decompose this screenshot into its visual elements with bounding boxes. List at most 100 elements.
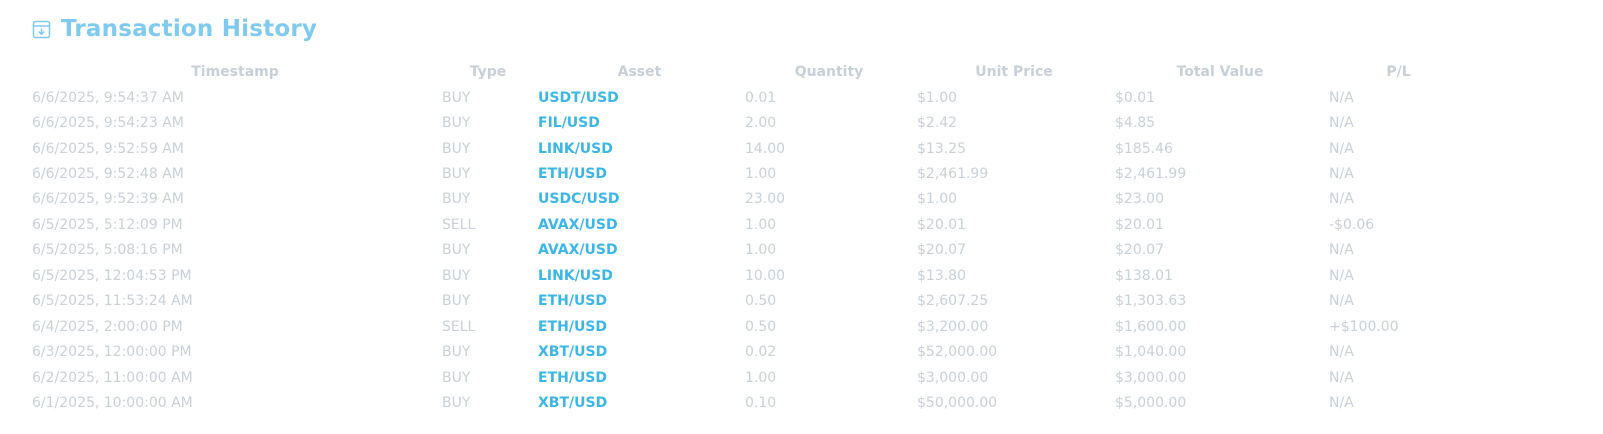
type-cell: BUY — [442, 140, 471, 157]
total-value-cell: $3,000.00 — [1115, 369, 1187, 386]
pl-cell: N/A — [1329, 89, 1354, 106]
table-row: 6/6/2025, 9:52:48 AM BUY ETH/USD 1.00 $2,461… — [30, 161, 1470, 186]
asset-link[interactable]: ETH/USD — [536, 365, 743, 390]
timestamp-cell: 6/6/2025, 9:54:23 AM — [32, 115, 184, 132]
pl-cell: -$0.06 — [1329, 216, 1375, 233]
pl-cell: N/A — [1329, 267, 1354, 284]
timestamp-cell: 6/1/2025, 10:00:00 AM — [32, 394, 193, 411]
timestamp-cell: 6/5/2025, 5:08:16 PM — [32, 242, 183, 259]
total-value-cell: $1,040.00 — [1115, 344, 1187, 361]
unit-price-cell: $52,000.00 — [917, 344, 998, 361]
table-row: 6/6/2025, 9:52:39 AM BUY USDC/USD 23.00 $1.0… — [30, 187, 1470, 212]
type-cell: BUY — [442, 293, 471, 310]
quantity-cell: 0.50 — [745, 318, 777, 335]
quantity-cell: 0.50 — [745, 293, 777, 310]
unit-price-cell: $1.00 — [917, 191, 958, 208]
asset-link[interactable]: ETH/USD — [536, 314, 743, 339]
unit-price-cell: $2,461.99 — [917, 166, 989, 183]
timestamp-cell: 6/5/2025, 12:04:53 PM — [32, 267, 192, 284]
column-header-pl[interactable]: P/L — [1327, 59, 1470, 85]
asset-link[interactable]: USDC/USD — [536, 187, 743, 212]
column-header-type[interactable]: Type — [440, 59, 536, 85]
table-row: 6/5/2025, 5:08:16 PM BUY AVAX/USD 1.00 $20.0… — [30, 238, 1470, 263]
column-header-total-value[interactable]: Total Value — [1113, 59, 1327, 85]
table-row: 6/5/2025, 5:12:09 PM SELL AVAX/USD 1.00 $20.… — [30, 212, 1470, 237]
column-header-quantity[interactable]: Quantity — [743, 59, 915, 85]
section-header: Transaction History — [32, 14, 317, 44]
unit-price-cell: $13.25 — [917, 140, 966, 157]
quantity-cell: 1.00 — [745, 166, 777, 183]
quantity-cell: 1.00 — [745, 369, 777, 386]
pl-cell: N/A — [1329, 242, 1354, 259]
type-cell: BUY — [442, 344, 471, 361]
type-cell: BUY — [442, 115, 471, 132]
type-cell: BUY — [442, 191, 471, 208]
quantity-cell: 0.10 — [745, 394, 777, 411]
total-value-cell: $138.01 — [1115, 267, 1173, 284]
type-cell: SELL — [442, 318, 476, 335]
unit-price-cell: $3,000.00 — [917, 369, 989, 386]
unit-price-cell: $3,200.00 — [917, 318, 989, 335]
asset-link[interactable]: ETH/USD — [536, 161, 743, 186]
unit-price-cell: $2.42 — [917, 115, 958, 132]
asset-link[interactable]: AVAX/USD — [536, 238, 743, 263]
unit-price-cell: $50,000.00 — [917, 394, 998, 411]
total-value-cell: $20.01 — [1115, 216, 1164, 233]
pl-cell: N/A — [1329, 293, 1354, 310]
unit-price-cell: $20.07 — [917, 242, 966, 259]
total-value-cell: $5,000.00 — [1115, 394, 1187, 411]
unit-price-cell: $2,607.25 — [917, 293, 989, 310]
transaction-history-panel: Transaction History Timestamp Type Asset… — [0, 0, 1603, 434]
type-cell: BUY — [442, 242, 471, 259]
type-cell: BUY — [442, 369, 471, 386]
total-value-cell: $1,600.00 — [1115, 318, 1187, 335]
column-header-unit-price[interactable]: Unit Price — [915, 59, 1113, 85]
pl-cell: N/A — [1329, 191, 1354, 208]
table-row: 6/5/2025, 11:53:24 AM BUY ETH/USD 0.50 $2,60… — [30, 289, 1470, 314]
table-row: 6/1/2025, 10:00:00 AM BUY XBT/USD 0.10 $50,0… — [30, 390, 1470, 415]
asset-link[interactable]: XBT/USD — [536, 390, 743, 415]
timestamp-cell: 6/4/2025, 2:00:00 PM — [32, 318, 183, 335]
quantity-cell: 0.01 — [745, 89, 777, 106]
total-value-cell: $185.46 — [1115, 140, 1173, 157]
unit-price-cell: $13.80 — [917, 267, 966, 284]
transaction-table: Timestamp Type Asset Quantity Unit Price… — [30, 59, 1470, 416]
timestamp-cell: 6/6/2025, 9:52:39 AM — [32, 191, 184, 208]
quantity-cell: 2.00 — [745, 115, 777, 132]
pl-cell: N/A — [1329, 344, 1354, 361]
quantity-cell: 23.00 — [745, 191, 786, 208]
transaction-table-body: 6/6/2025, 9:54:37 AM BUY USDT/USD 0.01 $1.00… — [30, 85, 1470, 416]
table-row: 6/6/2025, 9:54:23 AM BUY FIL/USD 2.00 $2.42 $… — [30, 110, 1470, 135]
asset-link[interactable]: FIL/USD — [536, 110, 743, 135]
unit-price-cell: $1.00 — [917, 89, 958, 106]
asset-link[interactable]: LINK/USD — [536, 136, 743, 161]
total-value-cell: $2,461.99 — [1115, 166, 1187, 183]
page-title: Transaction History — [61, 16, 318, 42]
total-value-cell: $20.07 — [1115, 242, 1164, 259]
column-header-asset[interactable]: Asset — [536, 59, 743, 85]
asset-link[interactable]: LINK/USD — [536, 263, 743, 288]
total-value-cell: $4.85 — [1115, 115, 1156, 132]
type-cell: BUY — [442, 166, 471, 183]
quantity-cell: 1.00 — [745, 216, 777, 233]
timestamp-cell: 6/6/2025, 9:52:59 AM — [32, 140, 184, 157]
timestamp-cell: 6/5/2025, 5:12:09 PM — [32, 216, 183, 233]
quantity-cell: 1.00 — [745, 242, 777, 259]
column-header-timestamp[interactable]: Timestamp — [30, 59, 440, 85]
asset-link[interactable]: XBT/USD — [536, 339, 743, 364]
quantity-cell: 0.02 — [745, 344, 777, 361]
table-row: 6/6/2025, 9:54:37 AM BUY USDT/USD 0.01 $1.00… — [30, 85, 1470, 110]
timestamp-cell: 6/3/2025, 12:00:00 PM — [32, 344, 192, 361]
timestamp-cell: 6/6/2025, 9:52:48 AM — [32, 166, 184, 183]
pl-cell: +$100.00 — [1329, 318, 1399, 335]
pl-cell: N/A — [1329, 369, 1354, 386]
table-header-row: Timestamp Type Asset Quantity Unit Price… — [30, 59, 1470, 85]
type-cell: BUY — [442, 89, 471, 106]
asset-link[interactable]: ETH/USD — [536, 289, 743, 314]
asset-link[interactable]: AVAX/USD — [536, 212, 743, 237]
archive-download-icon — [32, 20, 51, 39]
type-cell: BUY — [442, 394, 471, 411]
asset-link[interactable]: USDT/USD — [536, 85, 743, 110]
pl-cell: N/A — [1329, 140, 1354, 157]
pl-cell: N/A — [1329, 166, 1354, 183]
